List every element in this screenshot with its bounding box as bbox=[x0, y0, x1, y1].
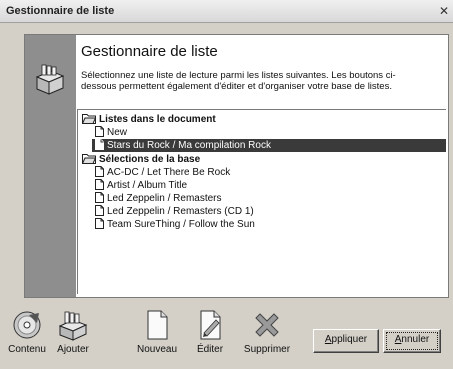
title-bar: Gestionnaire de liste ✕ bbox=[0, 0, 453, 23]
apply-mnemonic: A bbox=[324, 334, 332, 345]
tree-item-label: New bbox=[107, 127, 128, 138]
apply-label: ppliquer bbox=[331, 334, 368, 345]
document-icon bbox=[95, 126, 104, 137]
tree-item-label: Led Zeppelin / Remasters (CD 1) bbox=[107, 206, 254, 217]
folder-icon bbox=[81, 114, 97, 124]
tree-item-label: Artist / Album Title bbox=[107, 180, 188, 191]
contenu-label: Contenu bbox=[8, 344, 46, 355]
dialog-heading: Gestionnaire de liste bbox=[81, 43, 218, 60]
document-icon bbox=[95, 179, 104, 190]
cd-icon bbox=[13, 311, 41, 339]
content-panel: Gestionnaire de liste Sélectionnez une l… bbox=[24, 34, 449, 298]
tree-item-led-zeppelin-remasters[interactable]: Led Zeppelin / Remasters bbox=[92, 192, 225, 205]
supprimer-button[interactable]: Supprimer bbox=[238, 309, 296, 355]
cancel-button[interactable]: Annuler bbox=[383, 329, 441, 353]
tree-group-label: Sélections de la base bbox=[99, 154, 201, 165]
tree-item-led-zeppelin-cd1[interactable]: Led Zeppelin / Remasters (CD 1) bbox=[92, 205, 257, 218]
dialog-sidebar bbox=[25, 35, 76, 297]
add-box-icon bbox=[58, 311, 88, 341]
ajouter-label: Ajouter bbox=[57, 344, 89, 355]
supprimer-label: Supprimer bbox=[243, 344, 291, 355]
nouveau-button[interactable]: Nouveau bbox=[131, 309, 183, 355]
editer-label: Éditer bbox=[196, 344, 224, 355]
playlist-box-icon bbox=[35, 64, 65, 95]
tree-item-team-surething[interactable]: Team SureThing / Follow the Sun bbox=[92, 218, 258, 231]
tree-group-label: Listes dans le document bbox=[99, 114, 216, 125]
contenu-button[interactable]: Contenu bbox=[2, 309, 52, 355]
document-icon bbox=[95, 192, 104, 203]
editer-button[interactable]: Éditer bbox=[187, 309, 233, 355]
tree-item-artist-album[interactable]: Artist / Album Title bbox=[92, 179, 190, 192]
document-icon bbox=[95, 139, 104, 150]
apply-button[interactable]: Appliquer bbox=[313, 329, 379, 353]
tree-item-stars-du-rock[interactable]: Stars du Rock / Ma compilation Rock bbox=[92, 139, 446, 152]
tree-item-label: AC-DC / Let There Be Rock bbox=[107, 167, 231, 178]
tree-group-document[interactable]: Listes dans le document bbox=[81, 113, 216, 126]
dialog-description: Sélectionnez une liste de lecture parmi … bbox=[81, 70, 396, 92]
nouveau-label: Nouveau bbox=[136, 344, 178, 355]
tree-item-label: Team SureThing / Follow the Sun bbox=[107, 219, 255, 230]
new-document-icon bbox=[147, 310, 168, 340]
tree-item-acdc[interactable]: AC-DC / Let There Be Rock bbox=[92, 166, 233, 179]
folder-icon bbox=[81, 154, 97, 164]
document-icon bbox=[95, 218, 104, 229]
document-icon bbox=[95, 166, 104, 177]
tree-item-new[interactable]: New bbox=[92, 126, 130, 139]
edit-document-icon bbox=[200, 310, 221, 340]
close-icon[interactable]: ✕ bbox=[437, 4, 451, 18]
cancel-label: nnuler bbox=[401, 334, 430, 345]
tree-group-database[interactable]: Sélections de la base bbox=[81, 153, 201, 166]
document-icon bbox=[95, 205, 104, 216]
tree-item-label: Stars du Rock / Ma compilation Rock bbox=[107, 140, 271, 151]
window-title: Gestionnaire de liste bbox=[6, 5, 115, 17]
delete-x-icon bbox=[255, 313, 279, 337]
playlist-tree[interactable]: Listes dans le document New Stars du Roc… bbox=[77, 109, 446, 294]
tree-item-label: Led Zeppelin / Remasters bbox=[107, 193, 222, 204]
ajouter-button[interactable]: Ajouter bbox=[48, 309, 98, 355]
